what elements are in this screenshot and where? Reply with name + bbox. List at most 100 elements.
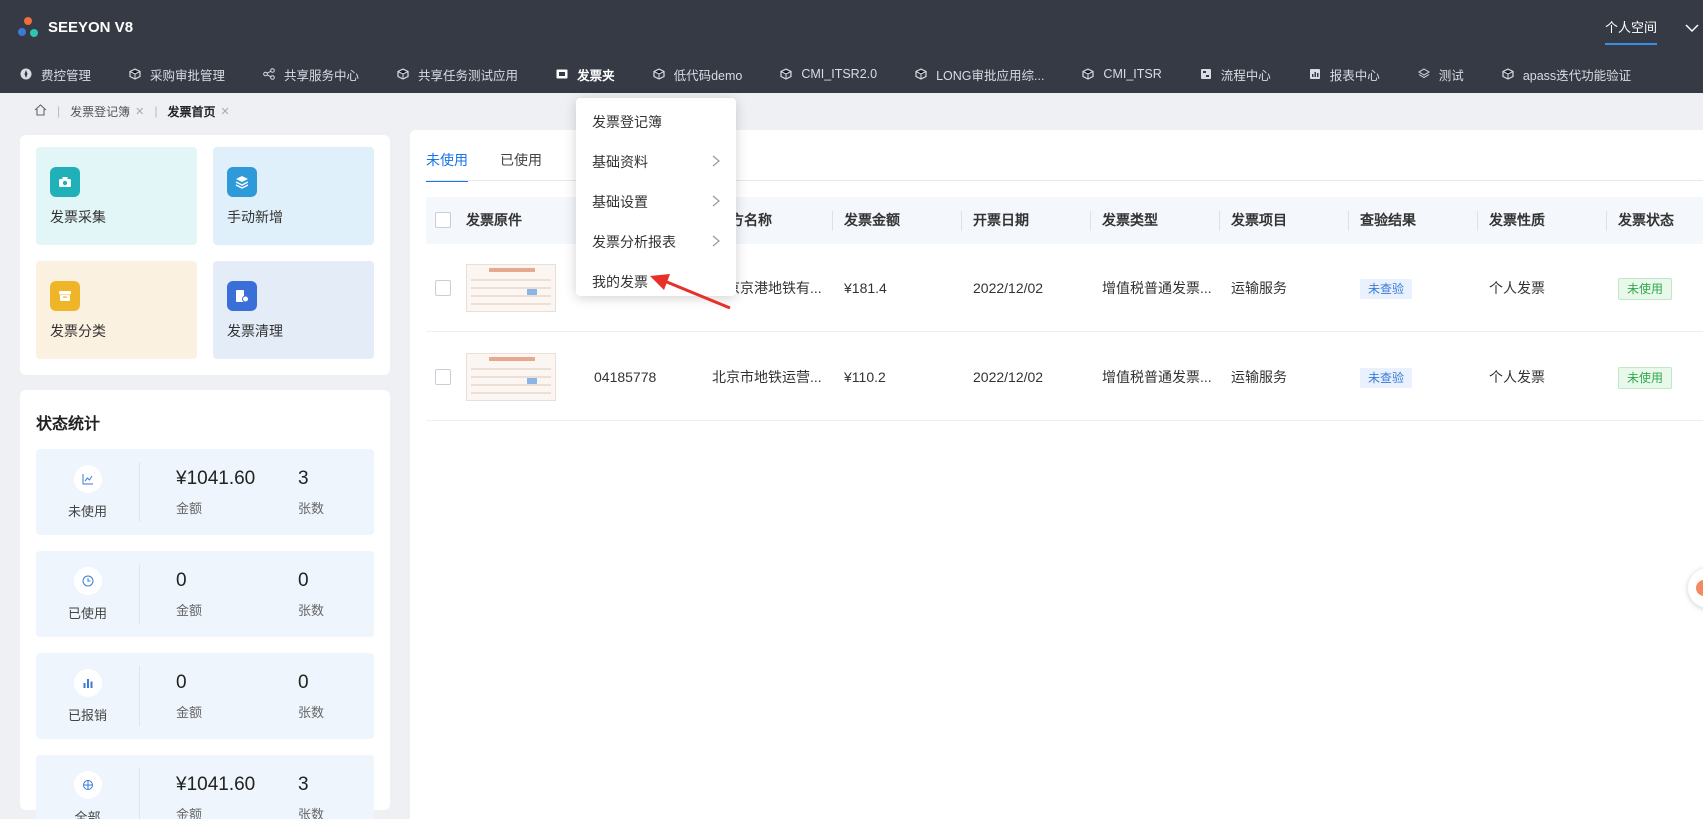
quick-action-label: 发票分类 — [50, 323, 106, 339]
nav-item-shared-task-test[interactable]: 共享任务测试应用 — [397, 65, 518, 84]
stat-row-reimbursed[interactable]: 已报销 0 金额 0 张数 — [36, 653, 374, 739]
nav-item-invoice-folder[interactable]: 发票夹 — [556, 65, 615, 84]
nav-label: 费控管理 — [41, 68, 92, 83]
stat-count: 3 — [298, 773, 309, 795]
cell-check: 未查验 — [1360, 333, 1413, 421]
stat-amount-label: 金额 — [176, 500, 203, 516]
menu-item-label: 我的发票 — [592, 274, 648, 290]
tab-used[interactable]: 已使用 — [500, 140, 542, 180]
compass-icon — [20, 68, 32, 80]
close-icon[interactable]: ✕ — [221, 105, 230, 118]
seeyon-logo-icon — [18, 16, 40, 39]
clock-icon — [73, 566, 102, 595]
status-stats-card: 状态统计 未使用 ¥1041.60 金额 3 张数 已使用 0 金额 0 张数 … — [20, 390, 390, 819]
nav-item-report-center[interactable]: 报表中心 — [1309, 65, 1380, 84]
nav-item-flow-center[interactable]: 流程中心 — [1200, 65, 1271, 84]
menu-item-analysis-report[interactable]: 发票分析报表 — [576, 222, 736, 262]
chevron-right-icon — [712, 154, 720, 170]
left-column: 发票采集 手动新增 发票分类 发票清理 状态统计 未使用 ¥1041.60 金额… — [20, 135, 390, 819]
nav-item-shared-service[interactable]: 共享服务中心 — [263, 65, 359, 84]
cube-icon — [1082, 68, 1095, 80]
cell-type: 增值税普通发票... — [1102, 280, 1212, 296]
nav-item-procurement[interactable]: 采购审批管理 — [129, 65, 225, 84]
select-all-checkbox[interactable] — [435, 212, 451, 228]
header-seller-name: 方名称 — [730, 212, 772, 228]
stat-count-label: 张数 — [298, 500, 325, 516]
nav-item-long-approval[interactable]: LONG审批应用综... — [915, 65, 1044, 84]
nav-item-lowcode-demo[interactable]: 低代码demo — [652, 65, 742, 84]
nav-item-cmi-itsr[interactable]: CMI_ITSR — [1082, 67, 1162, 81]
home-icon[interactable] — [34, 103, 47, 119]
chevron-down-icon[interactable] — [1685, 20, 1699, 36]
nav-label: 报表中心 — [1329, 68, 1380, 83]
cell-item: 运输服务 — [1231, 369, 1287, 385]
quick-action-classify[interactable]: 发票分类 — [36, 261, 197, 359]
personal-space-tab[interactable]: 个人空间 — [1604, 0, 1658, 55]
nav-item-expense-control[interactable]: 费控管理 — [20, 65, 91, 84]
cube-icon — [652, 68, 665, 80]
tab-unused[interactable]: 未使用 — [426, 140, 468, 182]
table-row[interactable]: 04185778 北京市地铁运营... ¥110.2 2022/12/02 增值… — [426, 333, 1703, 421]
stat-count-label: 张数 — [298, 602, 325, 618]
nav-item-cmi-itsr2[interactable]: CMI_ITSR2.0 — [780, 67, 877, 81]
stack-icon — [227, 167, 257, 197]
stat-amount-label: 金额 — [176, 806, 203, 819]
cube-icon — [780, 68, 792, 80]
stat-name: 已使用 — [67, 605, 107, 621]
stats-title: 状态统计 — [36, 416, 101, 433]
status-badge: 未使用 — [1618, 367, 1673, 389]
invoice-thumbnail[interactable] — [466, 264, 556, 312]
quick-action-clean[interactable]: 发票清理 — [213, 261, 374, 359]
invoice-thumbnail[interactable] — [466, 353, 556, 401]
quick-action-collect[interactable]: 发票采集 — [36, 147, 197, 245]
stat-row-used[interactable]: 已使用 0 金额 0 张数 — [36, 551, 374, 637]
cube-icon — [915, 68, 927, 80]
row-checkbox[interactable] — [435, 369, 451, 385]
quick-action-manual-add[interactable]: 手动新增 — [213, 147, 374, 245]
nav-label: 共享任务测试应用 — [418, 68, 519, 83]
stat-name: 已报销 — [67, 707, 107, 723]
floating-assistant-button[interactable] — [1688, 568, 1703, 608]
breadcrumb: | 发票登记簿 ✕ | 发票首页 ✕ — [0, 93, 1703, 129]
menu-item-basic-settings[interactable]: 基础设置 — [576, 182, 736, 222]
cell-nature: 个人发票 — [1489, 280, 1545, 296]
menu-item-label: 基础设置 — [592, 194, 648, 210]
trend-icon — [73, 464, 102, 493]
breadcrumb-separator: | — [57, 104, 61, 118]
status-tabs: 未使用 已使用 — [426, 140, 574, 182]
header-invoice-nature: 发票性质 — [1489, 212, 1545, 228]
menu-item-basic-data[interactable]: 基础资料 — [576, 142, 736, 182]
stat-row-all[interactable]: 全部 ¥1041.60 金额 3 张数 — [36, 755, 374, 819]
nav-label: 发票夹 — [577, 68, 615, 83]
breadcrumb-label: 发票登记簿 — [70, 104, 131, 119]
close-icon[interactable]: ✕ — [135, 105, 144, 118]
header-invoice-item: 发票项目 — [1231, 212, 1287, 228]
app-nav-bar: 费控管理 采购审批管理 共享服务中心 共享任务测试应用 发票夹 低代码demo … — [0, 55, 1703, 93]
row-checkbox[interactable] — [435, 280, 451, 296]
quick-action-label: 手动新增 — [227, 209, 283, 225]
cell-seller: 北京市地铁运营... — [712, 369, 822, 385]
header-check-result: 查验结果 — [1360, 212, 1416, 228]
nav-label: 流程中心 — [1220, 68, 1271, 83]
nav-item-apass[interactable]: apass迭代功能验证 — [1502, 65, 1631, 84]
top-bar: SEEYON V8 个人空间 — [0, 0, 1703, 55]
chevron-right-icon — [712, 234, 720, 250]
stat-amount: ¥1041.60 — [176, 773, 256, 795]
menu-item-register[interactable]: 发票登记簿 — [576, 102, 736, 142]
brand[interactable]: SEEYON V8 — [0, 16, 133, 39]
status-badge: 未使用 — [1618, 278, 1673, 300]
bars-icon — [73, 668, 102, 697]
header-amount: 发票金额 — [844, 212, 900, 228]
cell-check: 未查验 — [1360, 244, 1413, 332]
cell-item: 运输服务 — [1231, 280, 1287, 296]
cube-icon — [129, 68, 141, 80]
cube-icon — [397, 68, 409, 80]
breadcrumb-tab-register[interactable]: 发票登记簿 ✕ — [70, 103, 144, 120]
flow-icon — [1200, 69, 1211, 79]
header-issue-date: 开票日期 — [973, 212, 1029, 228]
stat-row-unused[interactable]: 未使用 ¥1041.60 金额 3 张数 — [36, 449, 374, 535]
breadcrumb-tab-home[interactable]: 发票首页 ✕ — [167, 103, 229, 120]
nav-item-test[interactable]: 测试 — [1417, 65, 1464, 84]
stat-count-label: 张数 — [298, 704, 325, 720]
breadcrumb-label: 发票首页 — [167, 104, 216, 119]
